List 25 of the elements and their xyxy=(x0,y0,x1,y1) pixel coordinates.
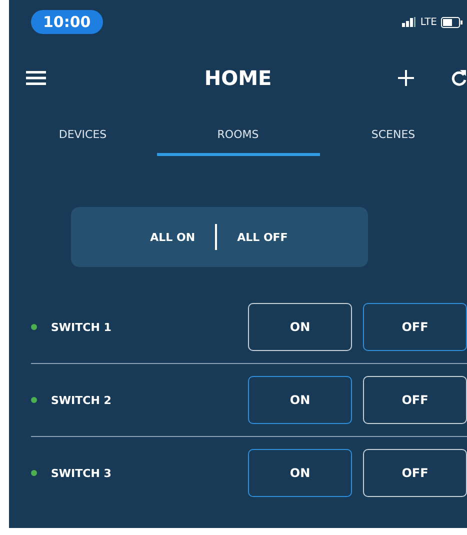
battery-icon xyxy=(441,16,463,28)
tab[interactable]: SCENES xyxy=(320,116,467,156)
refresh-icon[interactable] xyxy=(451,69,467,87)
toggle-button[interactable]: ON xyxy=(248,449,352,497)
toggle-button[interactable]: OFF xyxy=(363,376,467,424)
switch-name: SWITCH 2 xyxy=(51,394,112,406)
time-pill: 10:00 xyxy=(31,10,103,34)
bulk-action-button[interactable]: ALL ON xyxy=(144,230,202,244)
bulk-action-button[interactable]: ALL OFF xyxy=(231,230,294,244)
status-dot xyxy=(31,397,37,403)
add-icon[interactable] xyxy=(397,69,415,87)
switch-name: SWITCH 3 xyxy=(51,466,112,480)
tab[interactable]: DEVICES xyxy=(9,116,156,156)
toggle-button[interactable]: OFF xyxy=(363,449,467,497)
toggle-button[interactable]: ON xyxy=(248,303,352,351)
screen-title: HOME xyxy=(204,66,272,90)
toggle-button[interactable]: OFF xyxy=(363,303,467,351)
status-dot xyxy=(31,324,37,330)
signal-icon xyxy=(402,17,416,27)
menu-icon[interactable] xyxy=(26,71,46,85)
toggle-button[interactable]: ON xyxy=(248,376,352,424)
network-label: LTE xyxy=(420,16,437,28)
status-dot xyxy=(31,470,37,476)
switch-name: SWITCH 1 xyxy=(51,320,112,334)
tab[interactable]: ROOMS xyxy=(156,116,320,156)
